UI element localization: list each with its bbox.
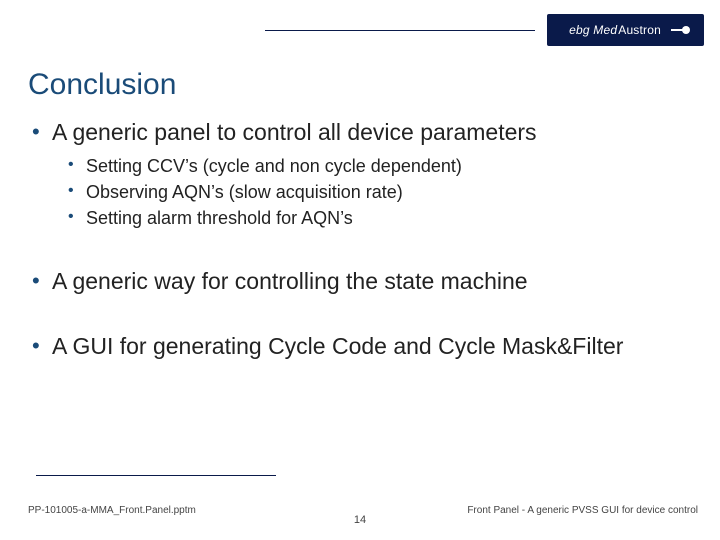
header-divider [265,30,535,31]
sub-bullet-item: Observing AQN’s (slow acquisition rate) [66,179,692,205]
logo-mark-icon [671,26,690,34]
footer-caption: Front Panel - A generic PVSS GUI for dev… [467,505,698,516]
logo-text: ebg MedAustron [569,23,661,37]
sub-bullet-text: Observing AQN’s (slow acquisition rate) [86,182,403,202]
sub-bullet-text: Setting alarm threshold for AQN’s [86,208,353,228]
sub-bullet-item: Setting alarm threshold for AQN’s [66,205,692,231]
logo-ebg: ebg [569,23,593,37]
sub-bullet-list: Setting CCV’s (cycle and non cycle depen… [66,153,692,231]
bullet-text: A generic way for controlling the state … [52,268,528,294]
sub-bullet-item: Setting CCV’s (cycle and non cycle depen… [66,153,692,179]
bullet-text: A GUI for generating Cycle Code and Cycl… [52,333,623,359]
logo-austron: Austron [618,23,661,37]
bullet-item: A generic panel to control all device pa… [28,118,692,231]
slide: ebg MedAustron Conclusion A generic pane… [0,0,720,540]
sub-bullet-text: Setting CCV’s (cycle and non cycle depen… [86,156,462,176]
header: ebg MedAustron [0,0,720,60]
logo-med: Med [593,23,617,37]
bullet-item: A GUI for generating Cycle Code and Cycl… [28,332,692,361]
slide-body: A generic panel to control all device pa… [28,118,692,385]
slide-title: Conclusion [28,68,176,102]
logo: ebg MedAustron [547,14,704,46]
bullet-text: A generic panel to control all device pa… [52,119,537,145]
bullet-item: A generic way for controlling the state … [28,267,692,296]
bullet-list: A generic panel to control all device pa… [28,118,692,361]
footer-divider [36,475,276,476]
